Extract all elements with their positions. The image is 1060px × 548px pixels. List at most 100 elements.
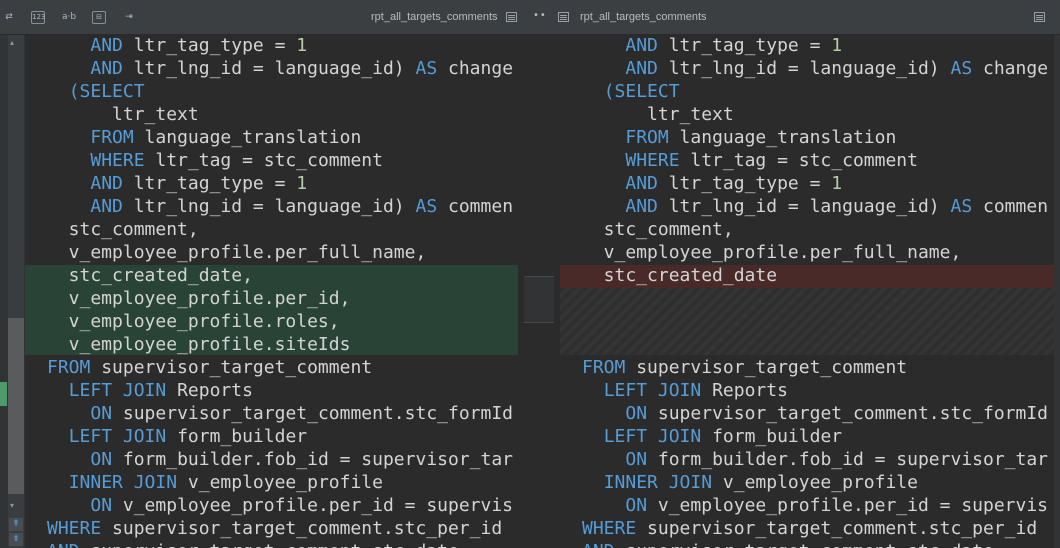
code-line[interactable]: LEFT JOIN form_builder	[47, 425, 307, 448]
code-line[interactable]: WHERE supervisor_target_comment.stc_per_…	[582, 517, 1037, 540]
code-line[interactable]: v_employee_profile.per_full_name,	[582, 241, 962, 264]
code-line[interactable]: ltr_text	[47, 103, 199, 126]
code-text: ltr_text	[582, 104, 734, 125]
change-indicator[interactable]	[0, 382, 7, 406]
sql-keyword: AS	[415, 196, 438, 217]
code-line[interactable]: ON v_employee_profile.per_id = supervis	[582, 494, 1048, 517]
left-file-title: rpt_all_targets_comments	[371, 11, 498, 23]
code-text: commen	[437, 196, 514, 217]
code-line[interactable]: ON form_builder.fob_id = supervisor_tar	[47, 448, 513, 471]
code-line[interactable]: (SELECT	[582, 80, 680, 103]
code-line[interactable]: AND ltr_tag_type = 1	[47, 35, 307, 57]
code-line[interactable]: v_employee_profile.roles,	[47, 310, 340, 333]
code-line[interactable]: v_employee_profile.per_full_name,	[47, 241, 427, 264]
sql-keyword: AS	[415, 58, 438, 79]
code-text: supervisor_target_comment.stc_date	[80, 541, 458, 548]
line-numbers-icon[interactable]: 123	[31, 11, 45, 24]
code-line[interactable]: FROM supervisor_target_comment	[582, 356, 907, 379]
code-line[interactable]: FROM supervisor_target_comment	[47, 356, 372, 379]
sql-keyword: AS	[950, 58, 973, 79]
code-line[interactable]: FROM language_translation	[47, 126, 361, 149]
code-line[interactable]: WHERE ltr_tag = stc_comment	[582, 149, 918, 172]
code-line[interactable]: INNER JOIN v_employee_profile	[47, 471, 383, 494]
sql-keyword: ON	[625, 449, 648, 470]
code-line[interactable]: stc_created_date	[582, 264, 777, 287]
number-literal: 1	[831, 35, 843, 56]
left-file-icon[interactable]	[506, 12, 517, 22]
code-line[interactable]: LEFT JOIN Reports	[47, 379, 253, 402]
code-line[interactable]: v_employee_profile.siteIds	[47, 333, 351, 356]
right-scroll-gutter[interactable]	[1054, 35, 1060, 548]
code-text: ltr_tag_type =	[122, 35, 297, 56]
right-editor-pane[interactable]: AND ltr_tag_type = 1 AND ltr_lng_id = la…	[560, 35, 1054, 548]
code-line[interactable]: WHERE ltr_tag = stc_comment	[47, 149, 383, 172]
sql-keyword: FROM	[47, 357, 91, 378]
code-line[interactable]: AND ltr_tag_type = 1	[582, 35, 842, 57]
whitespace-icon[interactable]: a·b	[60, 10, 78, 24]
sql-keyword: LEFT JOIN	[603, 426, 702, 447]
compare-icon[interactable]: ⇄	[2, 10, 16, 24]
code-line[interactable]: ltr_text	[582, 103, 734, 126]
code-line[interactable]: ON form_builder.fob_id = supervisor_tar	[582, 448, 1048, 471]
code-line[interactable]: stc_comment,	[47, 218, 199, 241]
sql-keyword: WHERE	[625, 150, 680, 171]
sql-keyword: FROM	[625, 127, 669, 148]
code-line[interactable]: ON supervisor_target_comment.stc_formId	[47, 402, 513, 425]
scrollbar-thumb[interactable]	[8, 318, 24, 494]
code-line[interactable]: LEFT JOIN form_builder	[582, 425, 842, 448]
prev-diff-icon[interactable]: ⇞	[9, 518, 23, 531]
code-line[interactable]: WHERE supervisor_target_comment.stc_per_…	[47, 517, 502, 540]
code-line[interactable]: INNER JOIN v_employee_profile	[582, 471, 918, 494]
code-text: stc_comment,	[582, 219, 734, 240]
code-text: v_employee_profile	[712, 472, 918, 493]
sql-keyword: ON	[625, 403, 648, 424]
next-diff-icon[interactable]: ⇟	[9, 533, 23, 546]
code-line[interactable]: AND ltr_lng_id = language_id) AS commen	[582, 195, 1048, 218]
code-line[interactable]: AND ltr_tag_type = 1	[582, 172, 842, 195]
code-line[interactable]: (SELECT	[47, 80, 145, 103]
left-editor-pane[interactable]: AND ltr_tag_type = 1 AND ltr_lng_id = la…	[25, 35, 518, 548]
code-line[interactable]: LEFT JOIN Reports	[582, 379, 788, 402]
code-line[interactable]: stc_created_date,	[47, 264, 253, 287]
code-line[interactable]: AND ltr_lng_id = language_id) AS change	[47, 57, 513, 80]
code-line[interactable]: AND supervisor_target_comment.stc_date	[582, 540, 994, 548]
sync-scroll-icon[interactable]: ••	[533, 10, 547, 21]
code-line[interactable]: AND supervisor_target_comment.stc_date	[47, 540, 459, 548]
code-text: stc_comment,	[47, 219, 199, 240]
sql-keyword: AND	[582, 541, 615, 548]
sql-keyword: ON	[90, 495, 113, 516]
right-file-title: rpt_all_targets_comments	[580, 11, 707, 23]
right-file-icon[interactable]	[558, 12, 569, 22]
sql-keyword: AND	[90, 196, 123, 217]
ignore-case-icon[interactable]: ⊟	[92, 11, 106, 24]
code-line[interactable]: AND ltr_lng_id = language_id) AS commen	[47, 195, 513, 218]
sql-keyword: FROM	[582, 357, 626, 378]
missing-lines-placeholder	[560, 288, 1054, 355]
code-line[interactable]: ON supervisor_target_comment.stc_formId	[582, 402, 1048, 425]
code-line[interactable]: stc_comment,	[582, 218, 734, 241]
code-text: form_builder.fob_id = supervisor_tar	[112, 449, 514, 470]
indent-icon[interactable]: ⇥	[122, 10, 136, 24]
code-line[interactable]: FROM language_translation	[582, 126, 896, 149]
code-text: v_employee_profile.roles,	[47, 311, 340, 332]
code-text: ltr_lng_id = language_id)	[122, 196, 416, 217]
code-line[interactable]: AND ltr_lng_id = language_id) AS change	[582, 57, 1048, 80]
code-text: form_builder	[701, 426, 843, 447]
code-line[interactable]: v_employee_profile.per_id,	[47, 287, 351, 310]
code-text: stc_created_date,	[47, 265, 253, 286]
code-text: ltr_tag_type =	[122, 173, 297, 194]
right-panel-icon[interactable]	[1034, 12, 1045, 22]
code-line[interactable]: ON v_employee_profile.per_id = supervis	[47, 494, 513, 517]
code-text: supervisor_target_comment	[625, 357, 908, 378]
sql-keyword: AND	[47, 541, 80, 548]
code-line[interactable]: AND ltr_tag_type = 1	[47, 172, 307, 195]
